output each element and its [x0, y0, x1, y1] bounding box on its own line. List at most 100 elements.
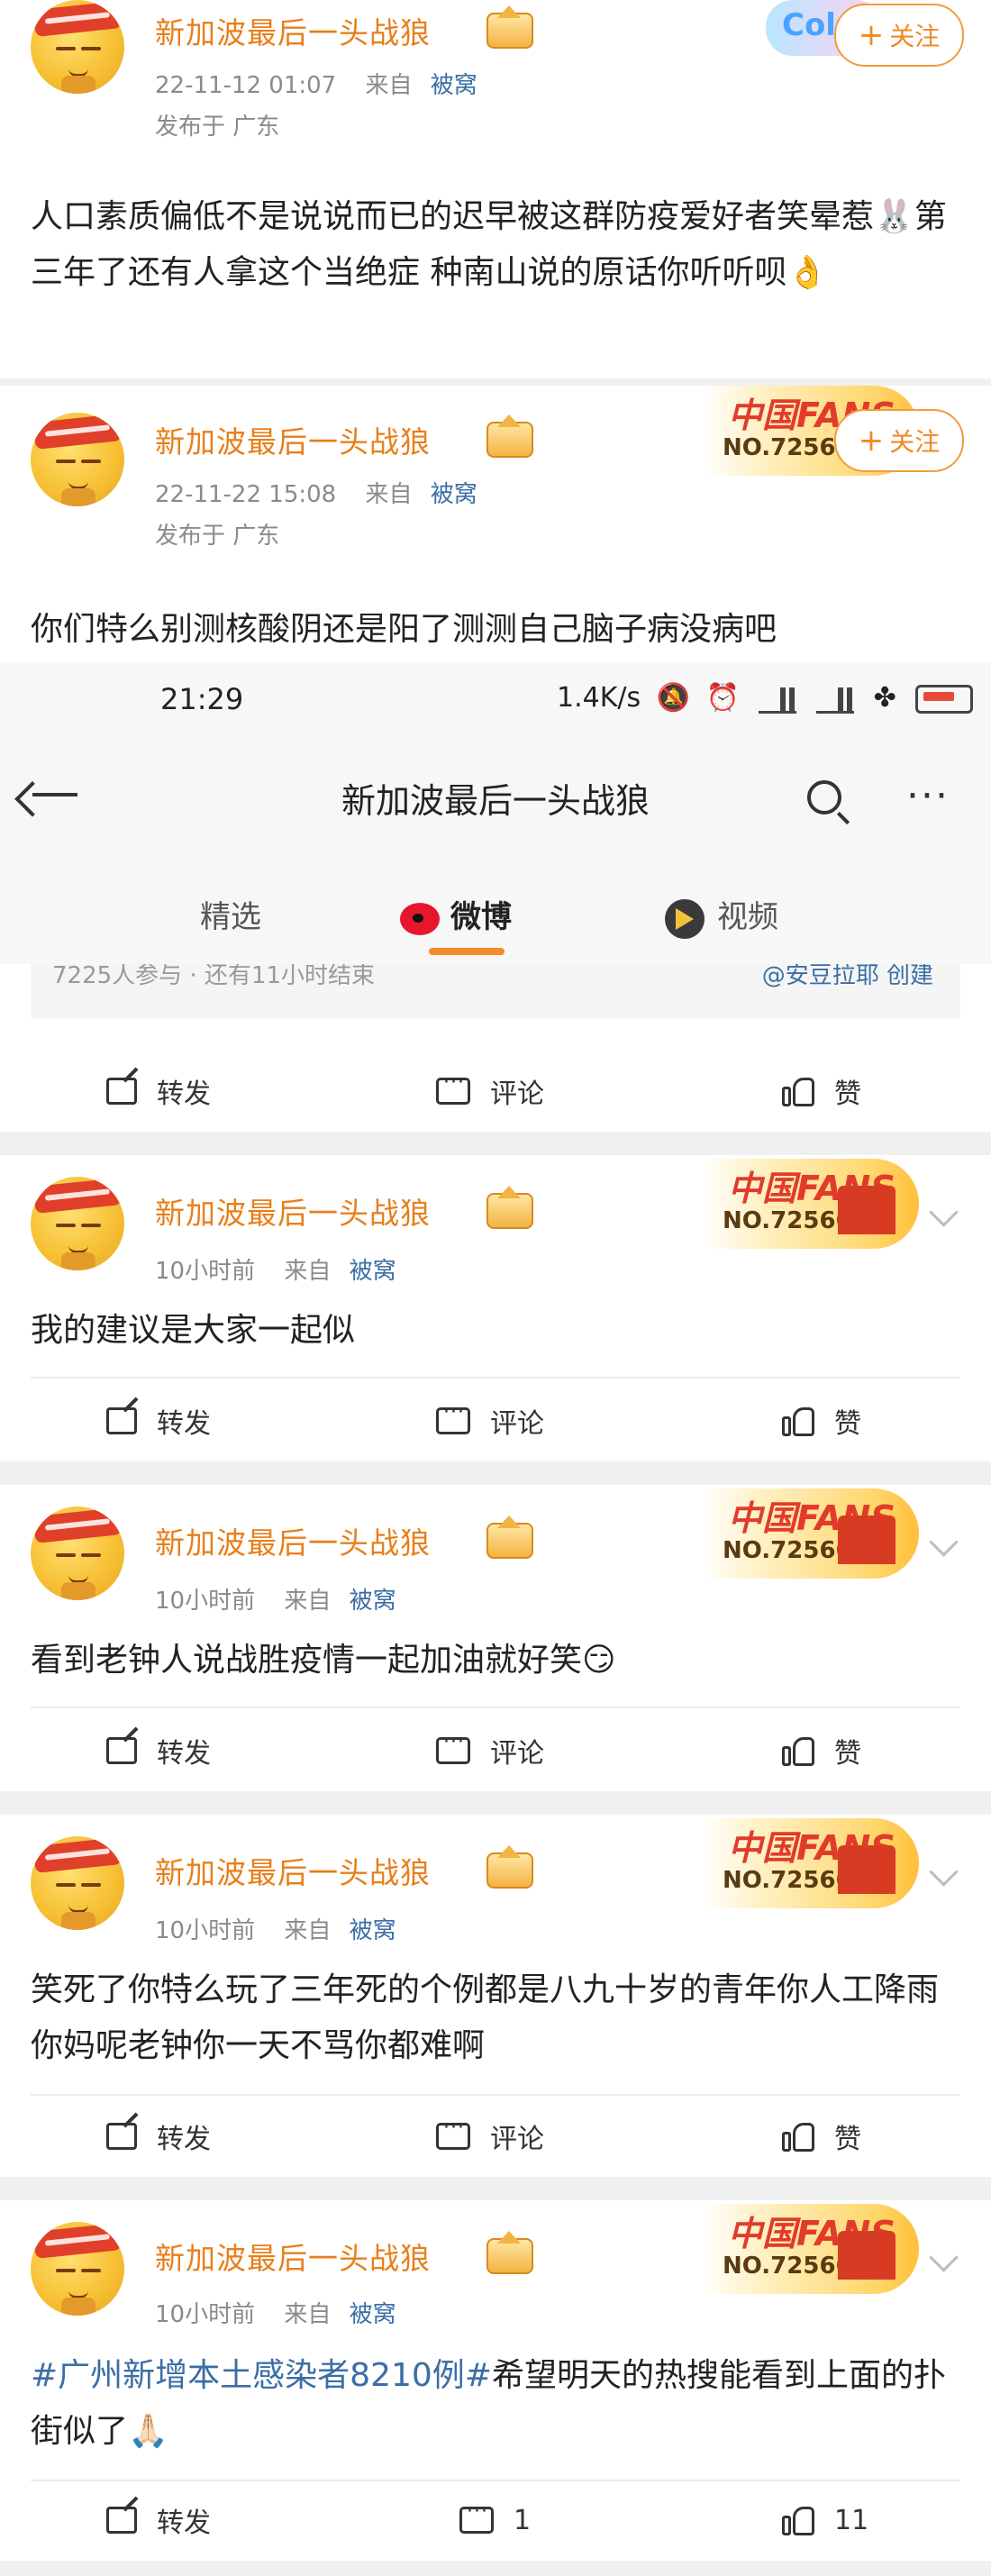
comment-button[interactable]: 评论 — [436, 1051, 544, 1132]
avatar[interactable] — [31, 0, 124, 94]
username[interactable]: 新加波最后一头战狼 — [155, 1519, 431, 1562]
username[interactable]: 新加波最后一头战狼 — [155, 9, 431, 52]
video-icon — [665, 898, 705, 939]
repost-icon — [106, 1737, 137, 1764]
like-label: 赞 — [834, 1738, 861, 1770]
poll-creator[interactable]: @安豆拉耶 创建 — [762, 964, 933, 990]
source-prefix: 来自 — [284, 2301, 332, 2328]
post-meta: 22-11-12 01:07 来自 被窝 — [155, 67, 477, 100]
repost-icon — [106, 1078, 137, 1105]
like-button[interactable]: 赞 — [782, 1710, 861, 1791]
avatar-eye — [81, 460, 101, 463]
follow-button[interactable]: + 关注 — [834, 409, 964, 472]
post-text: 我的建议是大家一起似 — [31, 1312, 356, 1349]
source-prefix: 来自 — [284, 1258, 332, 1285]
post-meta: 10小时前 来自 被窝 — [155, 1252, 396, 1286]
repost-icon — [106, 1407, 137, 1434]
signal-icon — [816, 684, 855, 714]
topic-hashtag-link[interactable]: #广州新增本土感染者8210例# — [31, 2357, 492, 2394]
comment-icon — [436, 1071, 470, 1105]
divider — [31, 1377, 960, 1379]
post-meta: 10小时前 来自 被窝 — [155, 2296, 396, 2329]
post-meta: 10小时前 来自 被窝 — [155, 1582, 396, 1616]
post-meta: 10小时前 来自 被窝 — [155, 1912, 396, 1945]
repost-button[interactable]: 转发 — [106, 1051, 211, 1132]
source-link[interactable]: 被窝 — [350, 2301, 396, 2328]
avatar[interactable] — [31, 413, 124, 506]
source-prefix: 来自 — [365, 481, 413, 508]
like-icon — [782, 1735, 814, 1766]
repost-button[interactable]: 转发 — [106, 1710, 211, 1791]
follow-button[interactable]: + 关注 — [834, 4, 964, 67]
post-text: #广州新增本土感染者8210例#希望明天的热搜能看到上面的扑街似了🙏🏻 — [31, 2348, 959, 2460]
comment-label: 评论 — [490, 2124, 544, 2155]
avatar-eye — [81, 1883, 101, 1887]
top-nav-bar: 新加波最后一头战狼 ··· — [0, 748, 991, 865]
username[interactable]: 新加波最后一头战狼 — [155, 418, 431, 461]
avatar[interactable] — [31, 1836, 124, 1930]
repost-button[interactable]: 转发 — [106, 2096, 211, 2177]
more-icon[interactable]: ··· — [906, 773, 950, 819]
plus-icon: + — [858, 423, 885, 459]
source-link[interactable]: 被窝 — [350, 1258, 396, 1285]
repost-button[interactable]: 转发 — [106, 2480, 211, 2561]
post-time: 22-11-22 15:08 — [155, 481, 337, 508]
tab-weibo[interactable]: 微博 — [400, 892, 512, 936]
repost-button[interactable]: 转发 — [106, 1380, 211, 1461]
fans-badge[interactable]: 中国FANS NO.7256665 — [703, 2204, 919, 2294]
avatar-eye — [56, 1224, 76, 1227]
like-button[interactable]: 赞 — [782, 2096, 861, 2177]
action-bar: 转发 评论 赞 — [0, 1710, 991, 1791]
fans-badge[interactable]: 中国FANS NO.7256665 — [703, 1488, 919, 1579]
signal-icon — [759, 684, 797, 714]
post-time: 10小时前 — [155, 2301, 256, 2328]
username[interactable]: 新加波最后一头战狼 — [155, 1189, 431, 1233]
vip-crown-icon — [486, 5, 533, 49]
vip-crown-icon — [486, 1845, 533, 1889]
comment-icon — [459, 2500, 494, 2534]
fans-badge[interactable]: 中国FANS NO.7256665 — [703, 1159, 919, 1249]
repost-label: 转发 — [157, 2508, 211, 2539]
avatar[interactable] — [31, 2222, 124, 2316]
avatar-headband — [32, 414, 123, 450]
post-separator — [0, 2561, 991, 2576]
like-button[interactable]: 赞 — [782, 1051, 861, 1132]
comment-icon — [436, 2116, 470, 2150]
like-button[interactable]: 赞 — [782, 1380, 861, 1461]
source-link[interactable]: 被窝 — [350, 1588, 396, 1615]
source-link[interactable]: 被窝 — [431, 481, 477, 508]
comment-button[interactable]: 1 — [459, 2480, 531, 2561]
comment-button[interactable]: 评论 — [436, 1710, 544, 1791]
avatar[interactable] — [31, 1177, 124, 1270]
source-link[interactable]: 被窝 — [350, 1917, 396, 1944]
vip-crown-icon — [486, 1186, 533, 1229]
comment-label: 评论 — [490, 1408, 544, 1440]
like-button[interactable]: 11 — [782, 2480, 868, 2561]
clover-icon: ✤ — [873, 682, 896, 714]
fans-badge[interactable]: 中国FANS NO.7256665 — [703, 1818, 919, 1908]
like-icon — [782, 1406, 814, 1436]
poll-card-clipped[interactable]: 7225人参与 · 还有11小时结束 @安豆拉耶 创建 — [31, 964, 960, 1018]
post-separator — [0, 2177, 991, 2200]
weibo-logo-icon — [400, 902, 440, 935]
search-icon[interactable] — [807, 780, 841, 815]
post-separator — [0, 1132, 991, 1155]
tab-featured[interactable]: 精选 — [200, 892, 261, 936]
avatar[interactable] — [31, 1506, 124, 1600]
comment-button[interactable]: 评论 — [436, 1380, 544, 1461]
comment-button[interactable]: 评论 — [436, 2096, 544, 2177]
comment-count: 1 — [514, 2504, 532, 2536]
avatar-eye — [81, 47, 101, 50]
comment-label: 评论 — [490, 1079, 544, 1110]
tab-video[interactable]: 视频 — [665, 892, 778, 939]
post-time: 22-11-12 01:07 — [155, 72, 337, 99]
username[interactable]: 新加波最后一头战狼 — [155, 2235, 431, 2278]
post-text: 人口素质偏低不是说说而已的迟早被这群防疫爱好者笑晕惹🐰第三年了还有人拿这个当绝症… — [31, 198, 947, 291]
source-link[interactable]: 被窝 — [431, 72, 477, 99]
like-label: 赞 — [834, 2124, 861, 2155]
network-speed: 1.4K/s — [557, 682, 641, 714]
like-label: 赞 — [834, 1079, 861, 1110]
post-text: 笑死了你特么玩了三年死的个例都是八九十岁的青年你人工降雨你妈呢老钟你一天不骂你都… — [31, 1971, 940, 2064]
username[interactable]: 新加波最后一头战狼 — [155, 1849, 431, 1892]
avatar-hands — [61, 2298, 95, 2316]
